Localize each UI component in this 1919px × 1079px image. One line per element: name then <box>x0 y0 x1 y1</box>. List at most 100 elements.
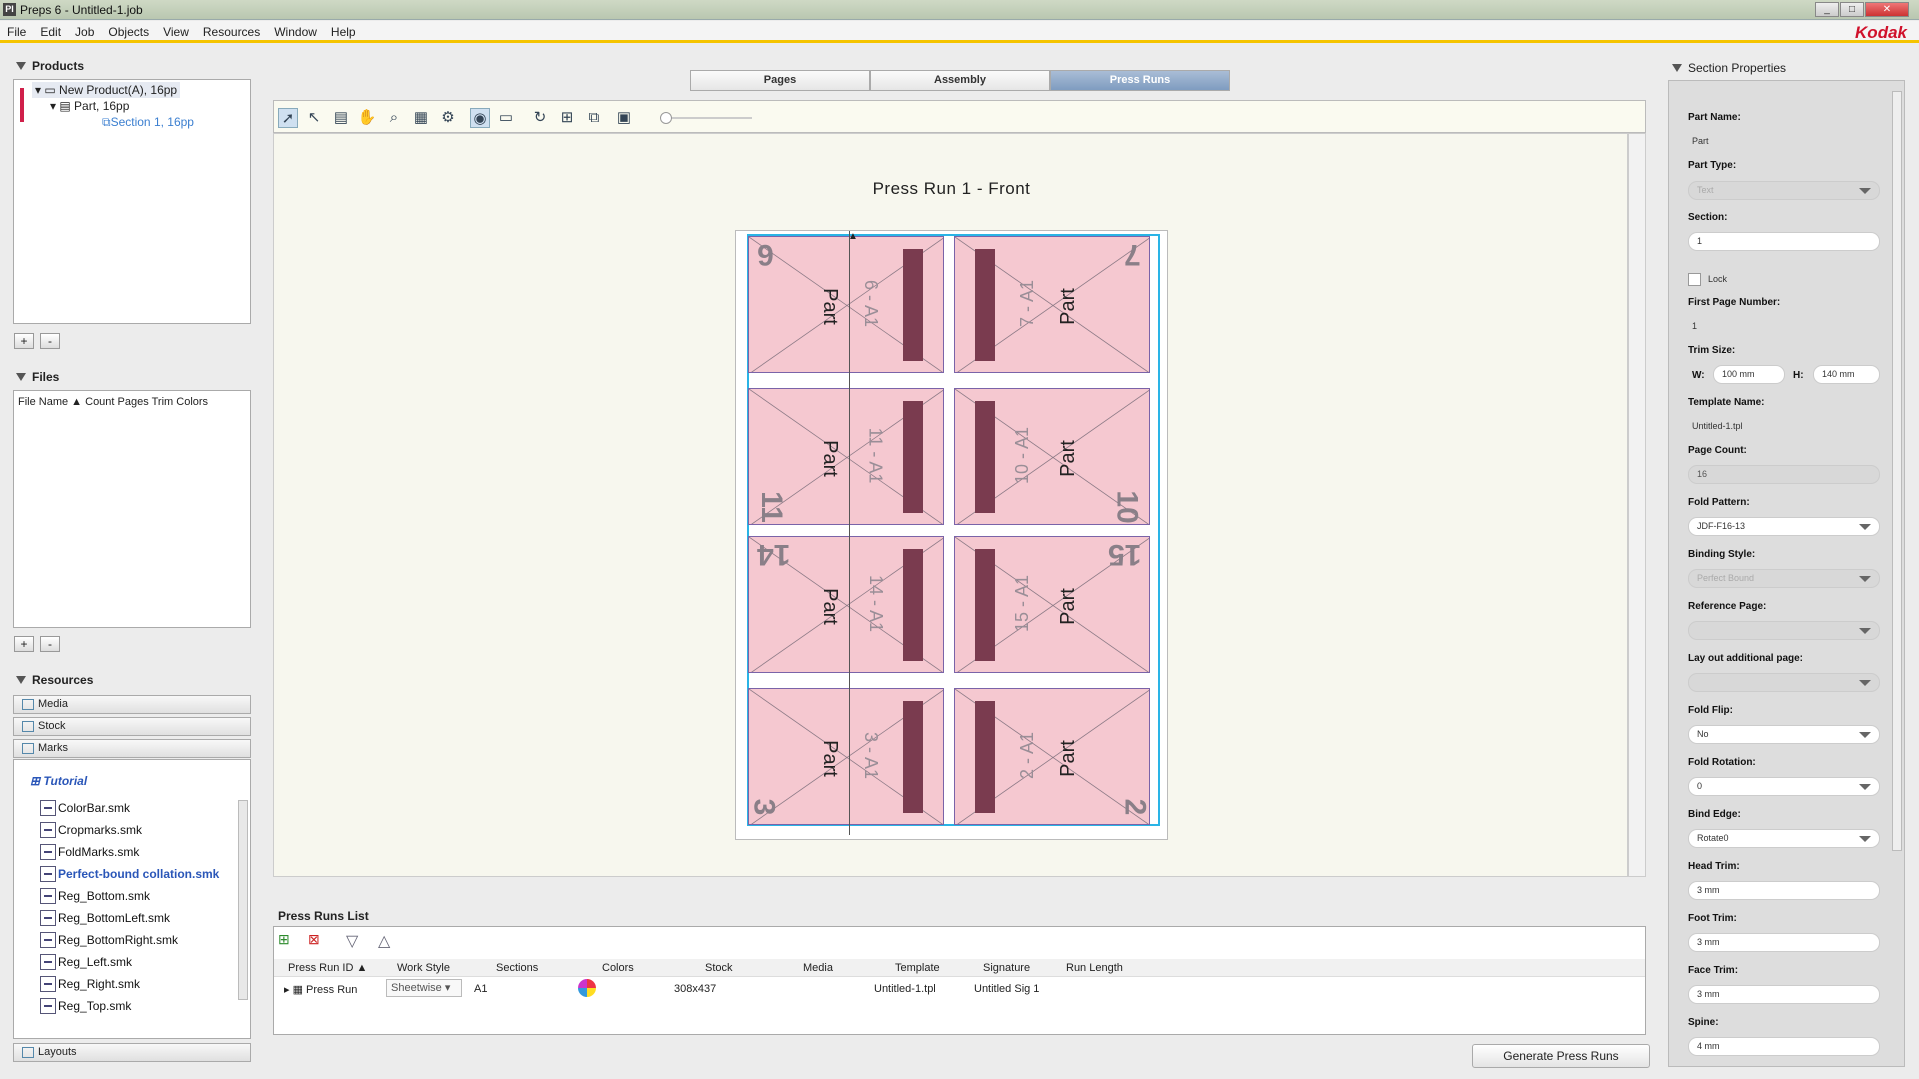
sheet-icon[interactable]: ▣ <box>614 108 634 128</box>
tab-assembly[interactable]: Assembly <box>870 70 1050 91</box>
zoom-icon[interactable]: ⌕ <box>384 108 404 128</box>
marks-tool-icon[interactable]: ⚙ <box>438 108 458 128</box>
minimize-button[interactable]: _ <box>1815 2 1839 17</box>
fold-rotation-select[interactable]: 0 <box>1688 777 1880 796</box>
resource-layouts[interactable]: Layouts <box>13 1043 251 1062</box>
tree-item-section[interactable]: ⧉Section 1, 16pp <box>102 114 194 130</box>
col-media[interactable]: Media <box>803 962 833 974</box>
select-arrow-icon[interactable]: ➚ <box>278 108 298 128</box>
spine-field[interactable]: 4 mm <box>1688 1037 1880 1056</box>
menu-edit[interactable]: Edit <box>33 21 68 43</box>
lock-checkbox[interactable] <box>1688 273 1701 286</box>
preview-eye-icon[interactable]: ◉ <box>470 108 490 128</box>
maximize-button[interactable]: □ <box>1840 2 1864 17</box>
imposed-page[interactable]: 11 Part 11 - A1 <box>748 388 944 525</box>
menu-view[interactable]: View <box>156 21 196 43</box>
height-field[interactable]: 140 mm <box>1813 365 1880 384</box>
col-sections[interactable]: Sections <box>496 962 538 974</box>
col-signature[interactable]: Signature <box>983 962 1030 974</box>
width-field[interactable]: 100 mm <box>1713 365 1785 384</box>
resource-media[interactable]: Media <box>13 695 251 714</box>
menu-file[interactable]: File <box>0 21 33 43</box>
menu-job[interactable]: Job <box>68 21 101 43</box>
mark-file-selected[interactable]: Perfect-bound collation.smk <box>14 863 236 885</box>
resource-stock[interactable]: Stock <box>13 717 251 736</box>
add-press-run-icon[interactable]: ⊞ <box>278 931 302 953</box>
mark-file[interactable]: Reg_BottomLeft.smk <box>14 907 236 929</box>
step-repeat-icon[interactable]: ⧉ <box>584 108 604 128</box>
fold-flip-select[interactable]: No <box>1688 725 1880 744</box>
binding-style-select[interactable]: Perfect Bound <box>1688 569 1880 588</box>
move-down-icon[interactable]: ▽ <box>346 931 358 951</box>
tab-press-runs[interactable]: Press Runs <box>1050 70 1230 91</box>
col-template[interactable]: Template <box>895 962 940 974</box>
head-trim-field[interactable]: 3 mm <box>1688 881 1880 900</box>
face-trim-field[interactable]: 3 mm <box>1688 985 1880 1004</box>
zoom-slider-handle[interactable] <box>660 112 672 124</box>
tree-item-part[interactable]: ▾ ▤ Part, 16pp <box>50 98 129 114</box>
ruler-icon[interactable]: ▭ <box>496 108 516 128</box>
add-file-button[interactable]: + <box>14 636 34 652</box>
mark-file[interactable]: Reg_Right.smk <box>14 973 236 995</box>
marks-scrollbar[interactable] <box>238 800 248 1000</box>
section-properties-header[interactable]: Section Properties <box>1672 61 1786 75</box>
tutorial-group[interactable]: ⊞ Tutorial <box>30 774 87 788</box>
properties-scrollbar[interactable] <box>1892 91 1902 851</box>
col-run-length[interactable]: Run Length <box>1066 962 1123 974</box>
remove-product-button[interactable]: - <box>40 333 60 349</box>
layout-tool-icon[interactable]: ▦ <box>411 108 431 128</box>
imposed-page[interactable]: 6 Part 6 - A1 <box>748 236 944 373</box>
mark-file[interactable]: FoldMarks.smk <box>14 841 236 863</box>
fold-pattern-select[interactable]: JDF-F16-13 <box>1688 517 1880 536</box>
col-stock[interactable]: Stock <box>705 962 733 974</box>
grid-icon[interactable]: ⊞ <box>557 108 577 128</box>
work-style-select[interactable]: Sheetwise ▾ <box>386 979 462 997</box>
zoom-slider-track[interactable] <box>662 117 752 119</box>
col-work-style[interactable]: Work Style <box>397 962 450 974</box>
col-press-run-id[interactable]: Press Run ID ▲ <box>288 962 367 974</box>
press-sheet[interactable]: 6 Part 6 - A1 7 Part 7 - A1 11 Part 11 - A1 10 Par… <box>735 230 1168 840</box>
generate-press-runs-button[interactable]: Generate Press Runs <box>1472 1044 1650 1068</box>
imposed-page[interactable]: 7 Part 7 - A1 <box>954 236 1150 373</box>
reference-page-select[interactable] <box>1688 621 1880 640</box>
mark-file[interactable]: Reg_Left.smk <box>14 951 236 973</box>
mark-file[interactable]: Reg_BottomRight.smk <box>14 929 236 951</box>
rotate-icon[interactable]: ↻ <box>530 108 550 128</box>
menu-help[interactable]: Help <box>324 21 363 43</box>
hand-icon[interactable]: ✋ <box>357 108 377 128</box>
imposed-page[interactable]: 10 Part 10 - A1 <box>954 388 1150 525</box>
col-colors[interactable]: Colors <box>602 962 634 974</box>
close-button[interactable]: ✕ <box>1865 2 1909 17</box>
delete-press-run-icon[interactable]: ⊠ <box>308 931 332 953</box>
remove-file-button[interactable]: - <box>40 636 60 652</box>
direct-select-icon[interactable]: ↖ <box>304 108 324 128</box>
files-columns[interactable]: File Name ▲ Count Pages Trim Colors <box>18 396 208 408</box>
section-field[interactable]: 1 <box>1688 232 1880 251</box>
imposed-page[interactable]: 2 Part 2 - A1 <box>954 688 1150 825</box>
move-up-icon[interactable]: △ <box>378 931 390 951</box>
part-type-select[interactable]: Text <box>1688 181 1880 200</box>
bind-edge-select[interactable]: Rotate0 <box>1688 829 1880 848</box>
imposed-page[interactable]: 14 Part 14 - A1 <box>748 536 944 673</box>
tab-pages[interactable]: Pages <box>690 70 870 91</box>
mark-file[interactable]: Reg_Bottom.smk <box>14 885 236 907</box>
imposed-page[interactable]: 15 Part 15 - A1 <box>954 536 1150 673</box>
tree-item-product[interactable]: ▾ ▭ New Product(A), 16pp <box>32 82 181 98</box>
menu-window[interactable]: Window <box>267 21 324 43</box>
part-name-value[interactable]: Part <box>1692 136 1709 146</box>
layout-canvas[interactable]: Press Run 1 - Front 6 Part 6 - A1 7 Part 7 - … <box>273 133 1628 877</box>
canvas-scrollbar[interactable] <box>1628 133 1646 877</box>
menu-objects[interactable]: Objects <box>101 21 156 43</box>
resource-marks[interactable]: Marks <box>13 739 251 758</box>
mark-file[interactable]: Cropmarks.smk <box>14 819 236 841</box>
press-run-id-cell[interactable]: ▸ ▦ Press Run <box>284 983 357 996</box>
page-tool-icon[interactable]: ▤ <box>331 108 351 128</box>
menu-resources[interactable]: Resources <box>196 21 267 43</box>
files-header[interactable]: Files <box>16 370 59 384</box>
imposed-page[interactable]: 3 Part 3 - A1 <box>748 688 944 825</box>
mark-file[interactable]: Reg_Top.smk <box>14 995 236 1017</box>
mark-file[interactable]: ColorBar.smk <box>14 797 236 819</box>
resources-header[interactable]: Resources <box>16 673 93 687</box>
first-page-value[interactable]: 1 <box>1692 321 1697 331</box>
products-header[interactable]: Products <box>16 59 84 73</box>
